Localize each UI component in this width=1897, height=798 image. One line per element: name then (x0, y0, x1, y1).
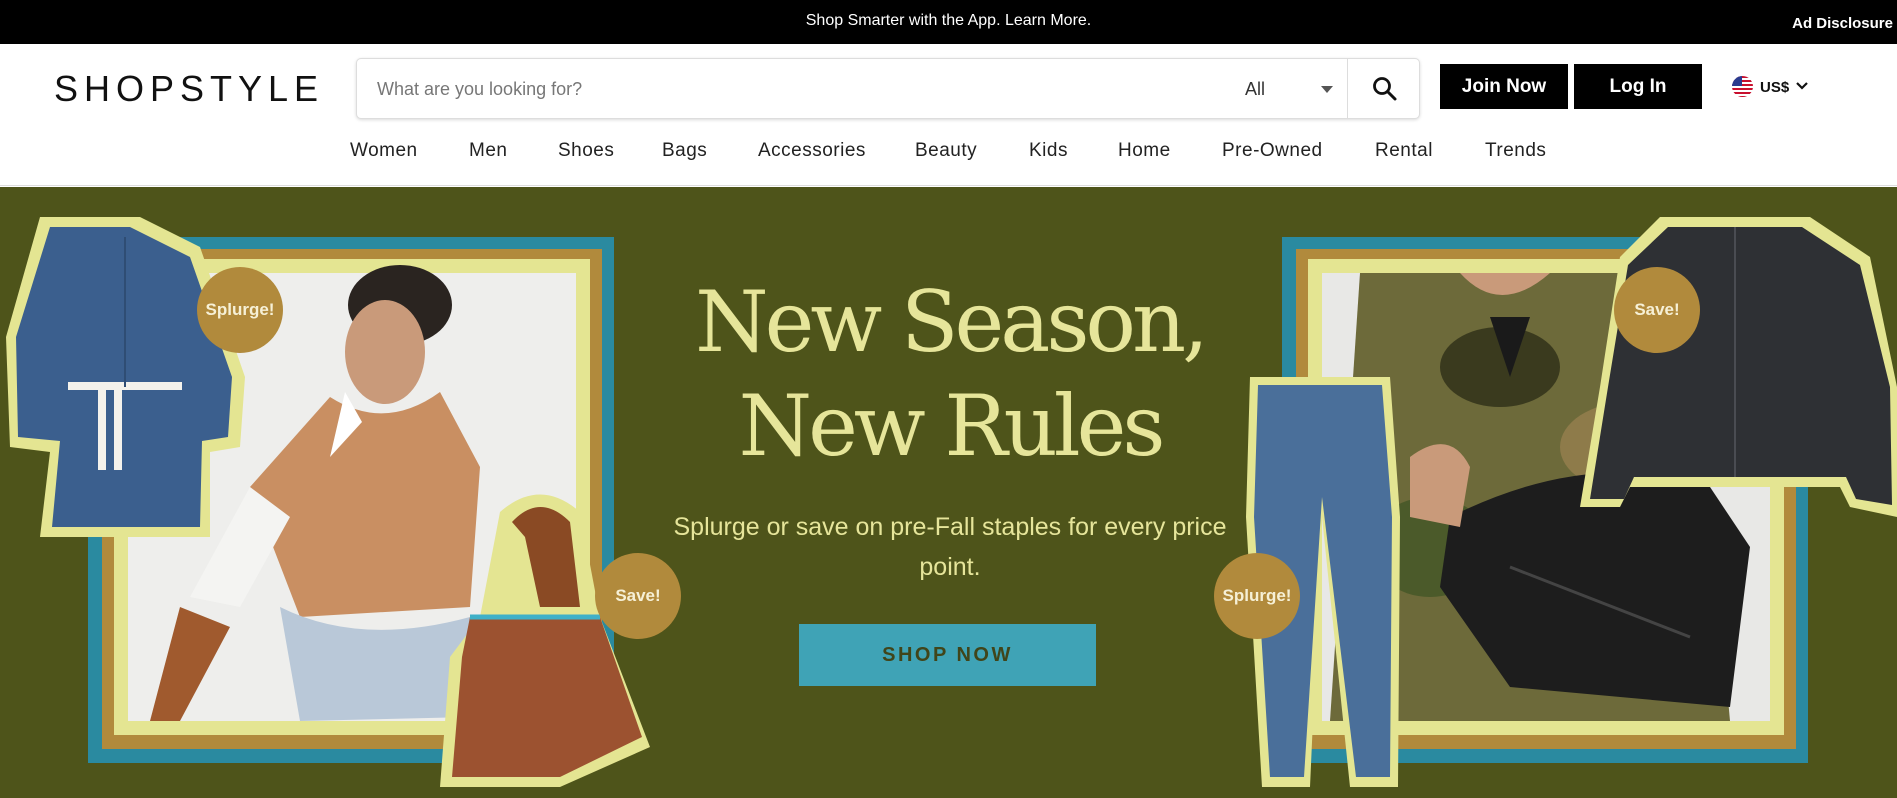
right-product-collage (1246, 217, 1897, 787)
splurge-badge: Splurge! (197, 267, 283, 353)
nav-item-beauty[interactable]: Beauty (915, 140, 977, 162)
save-badge: Save! (1614, 267, 1700, 353)
nav-item-accessories[interactable]: Accessories (758, 140, 866, 162)
hero-title-line2: New Rules (738, 377, 1166, 475)
search-button[interactable] (1348, 59, 1420, 118)
hero-title-line1: New Season, (695, 273, 1209, 371)
hero-subtitle: Splurge or save on pre-Fall staples for … (673, 513, 1227, 581)
nav-item-rental[interactable]: Rental (1375, 140, 1433, 162)
caret-down-icon (1321, 86, 1333, 93)
join-now-button[interactable]: Join Now (1440, 64, 1568, 109)
nav-item-men[interactable]: Men (469, 140, 507, 162)
search-input[interactable] (377, 69, 1217, 109)
log-in-button[interactable]: Log In (1574, 64, 1702, 109)
promo-bar: Shop Smarter with the App. Learn More. A… (0, 0, 1897, 44)
shopstyle-logo[interactable]: SHOPSTYLE (54, 68, 324, 110)
ad-disclosure-link[interactable]: Ad Disclosure (1792, 15, 1893, 32)
left-product-collage (6, 217, 650, 787)
save-badge: Save! (595, 553, 681, 639)
nav-item-bags[interactable]: Bags (662, 140, 707, 162)
nav-item-shoes[interactable]: Shoes (558, 140, 614, 162)
shop-now-button[interactable]: SHOP NOW (799, 624, 1096, 686)
nav-item-home[interactable]: Home (1118, 140, 1171, 162)
app-promo-link[interactable]: Shop Smarter with the App. Learn More. (0, 12, 1897, 30)
category-nav: Women Men Shoes Bags Accessories Beauty … (0, 140, 1897, 180)
hero-banner[interactable]: New Season, New Rules Splurge or save on… (0, 187, 1897, 798)
nav-item-trends[interactable]: Trends (1485, 140, 1546, 162)
search-icon (1373, 77, 1397, 101)
chevron-down-icon (1796, 82, 1808, 90)
nav-item-women[interactable]: Women (350, 140, 418, 162)
site-header: SHOPSTYLE All Join Now Log In (0, 44, 1897, 186)
currency-label: US$ (1760, 79, 1790, 96)
nav-item-kids[interactable]: Kids (1029, 140, 1068, 162)
splurge-badge: Splurge! (1214, 553, 1300, 639)
nav-item-pre-owned[interactable]: Pre-Owned (1222, 140, 1323, 162)
search-scope-value: All (1245, 79, 1266, 99)
search-bar: All (356, 58, 1420, 119)
us-flag-icon (1732, 76, 1753, 97)
